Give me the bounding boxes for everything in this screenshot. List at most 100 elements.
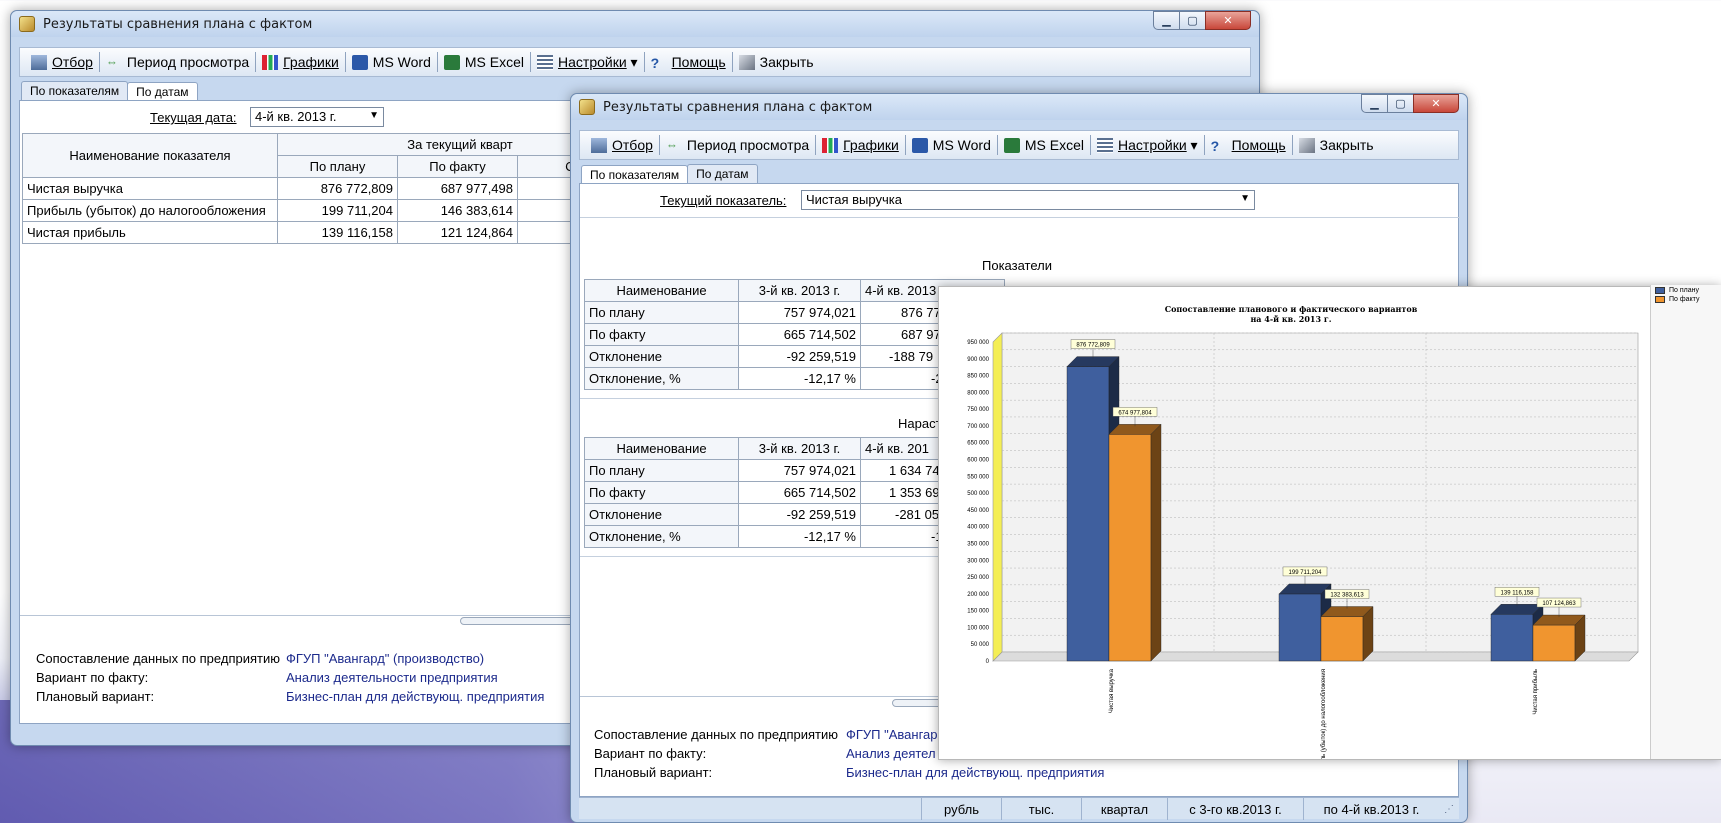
filter-button[interactable]: Отбор	[586, 133, 658, 157]
row-name: Чистая прибыль	[22, 221, 278, 244]
y-tick-label: 750 000	[967, 407, 989, 413]
y-tick-label: 500 000	[967, 491, 989, 497]
minimize-button[interactable]: ▁	[1153, 11, 1180, 30]
chevron-down-icon: ▼	[369, 110, 379, 121]
exit-icon	[738, 54, 755, 70]
tab-by-dates[interactable]: По датам	[687, 164, 758, 183]
chart-window: Сопоставление планового и фактического в…	[938, 286, 1721, 760]
period-button[interactable]: ⇔ Период просмотра	[101, 50, 254, 74]
chart-side-wall	[992, 332, 1003, 662]
cell-fact[interactable]: 121 124,864	[397, 221, 518, 244]
y-tick-label: 200 000	[967, 592, 989, 598]
plan-variant-link[interactable]: Бизнес-план для действующ. предприятия	[846, 765, 1104, 784]
period-button[interactable]: ⇔ Период просмотра	[661, 133, 814, 157]
back-data-table: Наименование показателя За текущий кварт…	[22, 133, 644, 244]
close-tool-button[interactable]: Закрыть	[734, 50, 819, 74]
status-from[interactable]: с 3-го кв.2013 г.	[1167, 798, 1303, 820]
data-label: 132 383,613	[1330, 593, 1364, 599]
charts-button[interactable]: Графики	[257, 50, 344, 74]
plan-variant-link[interactable]: Бизнес-план для действующ. предприятия	[286, 689, 544, 708]
close-button[interactable]: ✕	[1205, 11, 1251, 30]
table-row[interactable]: Прибыль (убыток) до налогообложения 199 …	[22, 199, 644, 222]
cell-fact[interactable]: 687 977,498	[397, 177, 518, 200]
section-title: Нараст	[898, 416, 942, 431]
ms-excel-button[interactable]: MS Excel	[439, 50, 529, 74]
bar	[1066, 366, 1110, 662]
cell-plan[interactable]: 139 116,158	[277, 221, 398, 244]
help-button[interactable]: ? Помощь	[646, 50, 731, 74]
ms-word-button[interactable]: MS Word	[907, 133, 996, 157]
bar	[1320, 616, 1364, 662]
column-header: 3-й кв. 2013 г.	[738, 437, 861, 460]
y-tick-label: 600 000	[967, 458, 989, 464]
legend-item: По факту	[1655, 296, 1717, 303]
excel-icon	[443, 54, 460, 70]
y-tick-label: 0	[986, 659, 990, 665]
data-label: 199 711,204	[1289, 570, 1323, 576]
y-tick-label: 450 000	[967, 508, 989, 514]
settings-button[interactable]: Настройки ▾	[1092, 133, 1203, 157]
front-window-titlebar[interactable]: Результаты сравнения плана с фактом	[571, 94, 1467, 120]
status-to[interactable]: по 4-й кв.2013 г.	[1303, 798, 1439, 820]
y-tick-label: 300 000	[967, 558, 989, 564]
settings-button[interactable]: Настройки ▾	[532, 50, 643, 74]
filter-button[interactable]: Отбор	[26, 50, 98, 74]
chart-icon	[262, 54, 279, 70]
status-currency[interactable]: рубль	[921, 798, 1001, 820]
tab-strip: По показателям По датам	[581, 163, 758, 184]
chart-subtitle: на 4-й кв. 2013 г.	[1250, 314, 1331, 324]
tab-by-dates[interactable]: По датам	[127, 82, 198, 101]
minimize-button[interactable]: ▁	[1361, 94, 1388, 113]
help-button[interactable]: ? Помощь	[1206, 133, 1291, 157]
company-link[interactable]: ФГУП "Авангард" (производство)	[286, 651, 484, 670]
data-label: 674 977,804	[1118, 410, 1152, 416]
column-header: Наименование	[584, 279, 739, 302]
legend-swatch	[1655, 296, 1665, 303]
column-header: 3-й кв. 2013 г.	[738, 279, 861, 302]
legend-item: По плану	[1655, 287, 1717, 294]
table-row[interactable]: Чистая прибыль 139 116,158 121 124,864 -	[22, 221, 644, 244]
y-tick-label: 250 000	[967, 575, 989, 581]
fact-variant-link[interactable]: Анализ деятел	[846, 746, 936, 765]
excel-icon	[1003, 137, 1020, 153]
company-link[interactable]: ФГУП "Авангар	[846, 727, 938, 746]
ms-excel-button[interactable]: MS Excel	[999, 133, 1089, 157]
status-period-type[interactable]: квартал	[1081, 798, 1167, 820]
cell-fact[interactable]: 146 383,614	[397, 199, 518, 222]
back-footer: Сопоставление данных по предприятию ФГУП …	[36, 651, 544, 708]
filter-icon	[31, 54, 47, 70]
help-icon: ?	[1210, 137, 1220, 154]
window-title: Результаты сравнения плана с фактом	[43, 16, 313, 32]
data-label: 107 124,863	[1542, 601, 1576, 607]
section-title: Показатели	[982, 258, 1052, 273]
close-button[interactable]: ✕	[1413, 94, 1459, 113]
ms-word-button[interactable]: MS Word	[347, 50, 436, 74]
back-window-titlebar[interactable]: Результаты сравнения плана с фактом	[11, 11, 1259, 37]
table-row[interactable]: Чистая выручка 876 772,809 687 977,498 -…	[22, 177, 644, 200]
app-icon	[579, 99, 595, 115]
fact-variant-link[interactable]: Анализ деятельности предприятия	[286, 670, 498, 689]
current-date-select[interactable]: 4-й кв. 2013 г. ▼	[250, 107, 384, 127]
x-tick-label: Чистая прибыль	[1533, 669, 1539, 715]
tab-by-indicators[interactable]: По показателям	[21, 81, 129, 100]
column-header: По плану	[277, 155, 398, 178]
cell-plan[interactable]: 876 772,809	[277, 177, 398, 200]
current-date-label: Текущая дата:	[150, 110, 237, 125]
y-tick-label: 400 000	[967, 525, 989, 531]
column-header: По факту	[397, 155, 518, 178]
bar	[1278, 593, 1322, 662]
tab-by-indicators[interactable]: По показателям	[581, 165, 689, 184]
x-tick-label: Прибыль (убыток) до налогообложения	[1321, 669, 1327, 759]
status-units[interactable]: тыс.	[1001, 798, 1081, 820]
chart-legend: По плану По факту	[1650, 285, 1721, 759]
resize-grip-icon[interactable]: ⋰	[1439, 798, 1459, 820]
current-indicator-select[interactable]: Чистая выручка ▼	[801, 190, 1255, 210]
close-tool-button[interactable]: Закрыть	[1294, 133, 1379, 157]
x-tick-label: Чистая выручка	[1109, 668, 1115, 713]
y-tick-label: 150 000	[967, 609, 989, 615]
maximize-button[interactable]: ▢	[1387, 94, 1414, 113]
maximize-button[interactable]: ▢	[1179, 11, 1206, 30]
toolbar: Отбор ⇔ Период просмотра Графики MS Word …	[579, 130, 1459, 160]
cell-plan[interactable]: 199 711,204	[277, 199, 398, 222]
charts-button[interactable]: Графики	[817, 133, 904, 157]
